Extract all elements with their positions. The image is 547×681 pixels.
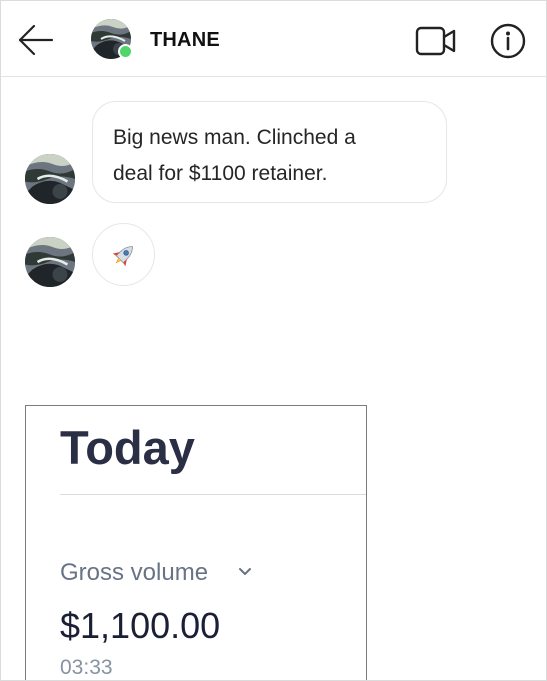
- video-call-button[interactable]: [415, 25, 457, 57]
- dashboard-title: Today: [60, 421, 195, 474]
- message-bubble[interactable]: Big news man. Clinched a deal for $1100 …: [92, 101, 447, 203]
- chat-header: THANE: [1, 1, 546, 77]
- contact-avatar[interactable]: [91, 19, 133, 61]
- metric-label: Gross volume: [60, 559, 209, 586]
- sender-avatar[interactable]: [25, 237, 75, 287]
- online-status-dot: [118, 44, 133, 59]
- avatar-photo: [25, 237, 75, 287]
- message-text-line: Big news man. Clinched a: [113, 126, 356, 149]
- timestamp: 03:33: [60, 656, 113, 679]
- sender-avatar[interactable]: [25, 154, 75, 204]
- chat-window: THANE Big news man. Clinched a deal for …: [0, 0, 547, 681]
- divider: [60, 494, 366, 495]
- avatar-photo: [25, 154, 75, 204]
- video-camera-icon: [415, 26, 456, 56]
- chevron-down-icon: [239, 568, 251, 575]
- gross-volume-amount: $1,100.00: [60, 605, 221, 646]
- image-attachment[interactable]: Today Gross volume $1,100.00 03:33: [25, 405, 367, 680]
- rocket-icon: [112, 246, 133, 267]
- emoji-message-bubble[interactable]: [92, 223, 155, 286]
- arrow-left-icon: [18, 24, 54, 56]
- info-button[interactable]: [490, 23, 526, 59]
- info-circle-icon: [490, 23, 526, 59]
- back-button[interactable]: [17, 23, 55, 57]
- message-text-line: deal for $1100 retainer.: [113, 162, 328, 185]
- contact-name[interactable]: THANE: [150, 29, 220, 52]
